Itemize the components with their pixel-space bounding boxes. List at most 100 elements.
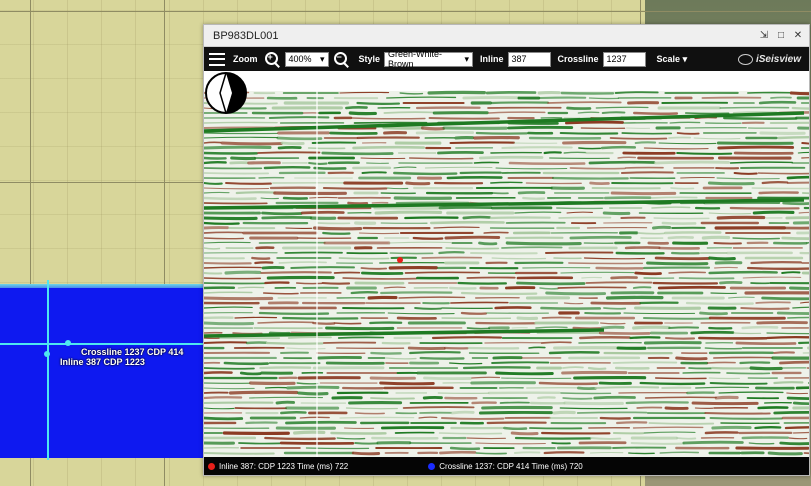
seismic-wiggle [562, 397, 593, 400]
seismic-wiggle [594, 386, 660, 390]
seismic-wiggle [644, 396, 717, 399]
seismic-wiggle [628, 452, 655, 455]
seismic-wiggle [481, 405, 553, 410]
seismic-wiggle [676, 132, 700, 135]
seismic-wiggle [204, 141, 222, 144]
seismic-wiggle [801, 142, 809, 145]
seismic-wiggle [559, 131, 619, 135]
seismic-wiggle [653, 217, 710, 220]
seismic-wiggle [603, 307, 627, 310]
seismic-wiggle [466, 437, 506, 440]
seismic-wiggle [704, 412, 771, 415]
seismic-wiggle [204, 341, 248, 345]
seismic-wiggle [728, 296, 755, 299]
seismic-wiggle [517, 191, 546, 195]
seismic-wiggle [204, 277, 262, 280]
seismic-wiggle [563, 151, 587, 154]
seismic-wiggle [625, 401, 689, 405]
seismic-wiggle [446, 176, 503, 180]
seismic-wiggle [642, 316, 712, 320]
seismic-wiggle [718, 391, 784, 394]
seismic-wiggle [257, 151, 321, 154]
crossline-map-label: Crossline 1237 CDP 414 [81, 347, 184, 357]
seismic-wiggle [740, 306, 790, 310]
seismic-wiggle [559, 407, 628, 410]
seismic-wiggle [491, 257, 547, 260]
seismic-wiggle [583, 257, 646, 260]
seismic-wiggle [801, 192, 809, 195]
seismic-wiggle [423, 376, 472, 381]
seismic-wiggle [333, 322, 362, 325]
seismic-wiggle [437, 150, 484, 155]
seismic-wiggle [756, 321, 808, 325]
seismic-wiggle [325, 326, 395, 331]
crossline-input[interactable]: 1237 [602, 51, 646, 67]
seismic-wiggle [264, 436, 336, 441]
seismic-wiggle [650, 196, 698, 199]
seismic-wiggle [238, 442, 281, 445]
inline-marker[interactable] [44, 351, 50, 357]
style-select[interactable]: Green-White-Brown ▾ [384, 49, 474, 69]
seismic-wiggle [664, 336, 696, 340]
seismic-wiggle [741, 436, 789, 440]
seismic-wiggle [654, 256, 711, 261]
seismic-wiggle [595, 106, 649, 109]
seismic-wiggle [204, 452, 275, 455]
close-icon[interactable]: ✕ [793, 30, 803, 41]
seismic-wiggle [540, 306, 602, 310]
seismic-wiggle [786, 175, 809, 180]
external-link-icon[interactable]: ⇲ [759, 30, 769, 41]
seismic-wiggle [729, 206, 800, 210]
seismic-wiggle [630, 441, 685, 445]
seismic-wiggle [610, 276, 638, 280]
seismic-wiggle [486, 421, 547, 425]
seismic-wiggle [204, 181, 223, 185]
seismic-wiggle [261, 216, 313, 220]
seismic-wiggle [478, 241, 498, 246]
seismic-wiggle [620, 171, 674, 174]
seismic-wiggle [317, 355, 362, 360]
zoom-out-icon[interactable]: − [333, 52, 349, 68]
seismic-wiggle [280, 411, 307, 415]
seismic-wiggle [577, 386, 597, 390]
seismic-wiggle [475, 131, 528, 135]
dropdown-arrow-icon: ▾ [464, 53, 470, 64]
seismic-wiggle [261, 211, 303, 216]
menu-icon[interactable] [209, 52, 225, 66]
crossline-marker[interactable] [65, 340, 71, 346]
seismic-wiggle [204, 241, 251, 244]
maximize-icon[interactable]: □ [776, 30, 786, 41]
seismic-wiggle [709, 382, 768, 385]
zoom-select[interactable]: 400% ▾ [284, 51, 329, 67]
seismic-wiggle [360, 267, 388, 270]
seismic-wiggle [537, 396, 556, 400]
seismic-wiggle [433, 226, 480, 229]
zoom-value: 400% [288, 54, 312, 64]
seismic-wiggle [286, 385, 340, 390]
dropdown-arrow-icon: ▾ [319, 53, 325, 64]
seismic-wiggle [475, 442, 546, 445]
seismic-wiggle [329, 131, 378, 135]
seismic-wiggle [719, 281, 743, 285]
seismic-wiggle [552, 176, 629, 180]
seismic-wiggle [749, 366, 783, 371]
seismic-wiggle [713, 242, 742, 245]
inline-input[interactable]: 387 [507, 51, 551, 67]
seismic-wiggle [386, 96, 457, 99]
seismic-wiggle [525, 182, 582, 185]
seismic-viewer-window[interactable]: BP983DL001 ⇲ □ ✕ Zoom + 400% ▾ − Style Gr… [203, 24, 810, 476]
seismic-wiggle [450, 410, 475, 415]
seismic-wiggle [770, 96, 792, 99]
seismic-wiggle [547, 101, 622, 104]
seismic-wiggle [367, 295, 398, 300]
seismic-wiggle [552, 410, 576, 415]
zoom-in-icon[interactable]: + [264, 52, 280, 68]
seismic-wiggle [648, 422, 715, 425]
seismic-wiggle [653, 160, 730, 165]
seismic-section[interactable] [204, 71, 809, 457]
scale-dropdown[interactable]: Scale ▾ [657, 54, 688, 65]
scale-label: Scale [656, 53, 681, 64]
seismic-wiggle [707, 181, 755, 186]
seismic-wiggle [792, 401, 809, 406]
window-titlebar[interactable]: BP983DL001 ⇲ □ ✕ [204, 25, 809, 47]
